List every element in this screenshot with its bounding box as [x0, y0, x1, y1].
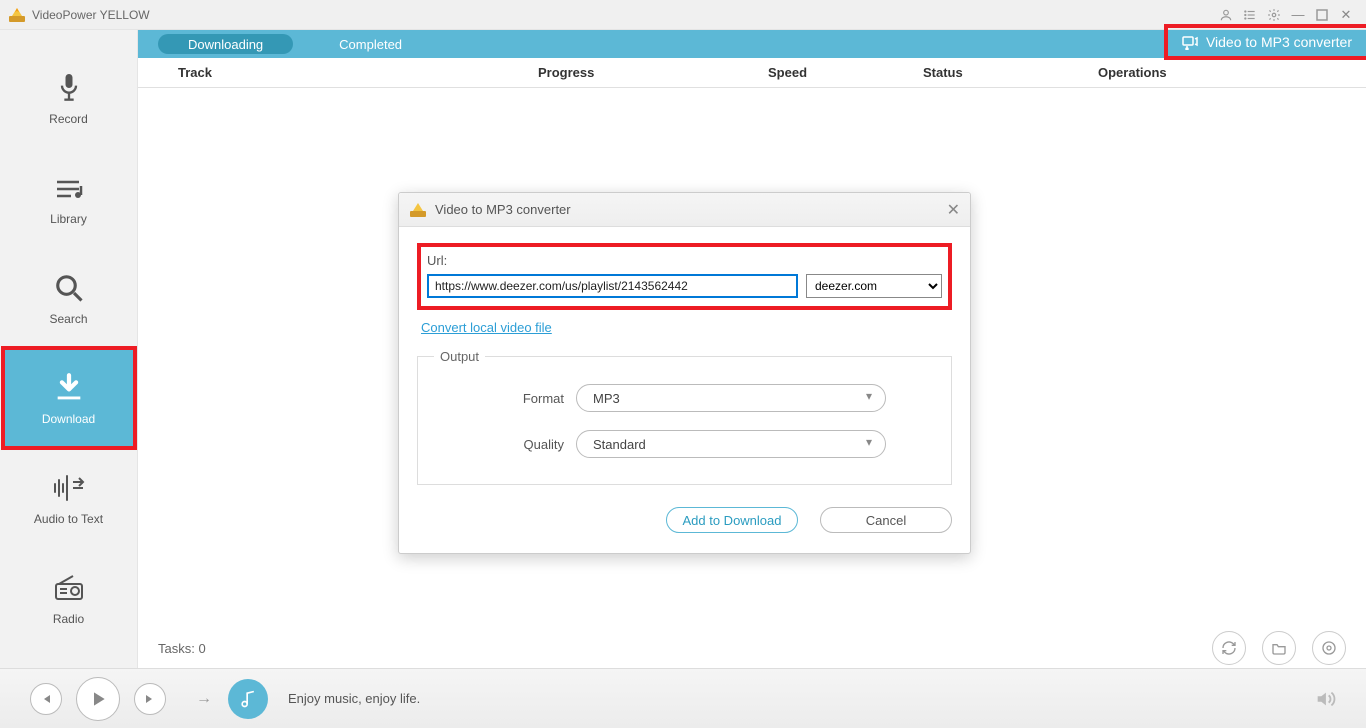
sidebar-item-library[interactable]: Library: [5, 150, 133, 246]
sidebar: Record Library Search Download Audio to …: [0, 30, 138, 668]
arrow-icon: →: [196, 690, 212, 708]
url-input[interactable]: [427, 274, 798, 298]
dialog-title-bar: Video to MP3 converter ✕: [399, 193, 970, 227]
converter-label: Video to MP3 converter: [1206, 34, 1352, 50]
col-speed: Speed: [768, 65, 923, 80]
dialog-close-button[interactable]: ✕: [947, 200, 960, 220]
output-legend: Output: [434, 349, 485, 364]
converter-icon: [1182, 34, 1198, 50]
convert-local-link[interactable]: Convert local video file: [421, 320, 552, 335]
download-icon: [51, 370, 87, 406]
sidebar-item-label: Download: [42, 412, 95, 426]
tab-bar: Downloading Completed Video to MP3 conve…: [138, 30, 1366, 58]
url-label: Url:: [427, 253, 942, 268]
video-to-mp3-converter-button[interactable]: Video to MP3 converter: [1168, 28, 1366, 56]
sidebar-item-download[interactable]: Download: [5, 350, 133, 446]
column-headers: Track Progress Speed Status Operations: [138, 58, 1366, 88]
sidebar-item-label: Record: [49, 112, 88, 126]
format-select[interactable]: MP3: [576, 384, 886, 412]
title-bar: VideoPower YELLOW — ✕: [0, 0, 1366, 30]
sidebar-item-label: Library: [50, 212, 87, 226]
cancel-button[interactable]: Cancel: [820, 507, 952, 533]
gear-icon[interactable]: [1262, 3, 1286, 27]
dialog-logo-icon: [409, 201, 427, 219]
sidebar-item-label: Audio to Text: [34, 512, 103, 526]
dialog-title: Video to MP3 converter: [435, 202, 571, 217]
sidebar-item-label: Search: [49, 312, 87, 326]
audio-to-text-icon: [51, 470, 87, 506]
minimize-icon[interactable]: —: [1286, 3, 1310, 27]
prev-button[interactable]: [30, 683, 62, 715]
col-track: Track: [158, 65, 538, 80]
url-field-highlight: Url: deezer.com: [417, 243, 952, 310]
app-title: VideoPower YELLOW: [32, 8, 150, 22]
track-avatar-icon: [228, 679, 268, 719]
settings-button[interactable]: [1312, 631, 1346, 665]
sidebar-item-record[interactable]: Record: [5, 50, 133, 146]
close-icon[interactable]: ✕: [1334, 3, 1358, 27]
sidebar-item-radio[interactable]: Radio: [5, 550, 133, 646]
library-icon: [51, 170, 87, 206]
col-progress: Progress: [538, 65, 768, 80]
tasks-footer: Tasks: 0: [138, 628, 1366, 668]
player-bar: → Enjoy music, enjoy life.: [0, 668, 1366, 728]
tab-completed[interactable]: Completed: [309, 34, 432, 54]
sidebar-item-audio-to-text[interactable]: Audio to Text: [5, 450, 133, 546]
sidebar-item-label: Radio: [53, 612, 84, 626]
add-to-download-button[interactable]: Add to Download: [666, 507, 798, 533]
app-logo-icon: [8, 6, 26, 24]
player-tagline: Enjoy music, enjoy life.: [288, 691, 420, 706]
mic-icon: [51, 70, 87, 106]
user-icon[interactable]: [1214, 3, 1238, 27]
search-icon: [51, 270, 87, 306]
tasks-count: Tasks: 0: [158, 641, 206, 656]
converter-dialog: Video to MP3 converter ✕ Url: deezer.com…: [398, 192, 971, 554]
site-select[interactable]: deezer.com: [806, 274, 942, 298]
quality-select[interactable]: Standard: [576, 430, 886, 458]
output-fieldset: Output Format MP3 Quality Standard: [417, 349, 952, 485]
folder-button[interactable]: [1262, 631, 1296, 665]
refresh-button[interactable]: [1212, 631, 1246, 665]
col-status: Status: [923, 65, 1098, 80]
radio-icon: [51, 570, 87, 606]
next-button[interactable]: [134, 683, 166, 715]
tab-downloading[interactable]: Downloading: [158, 34, 293, 54]
col-operations: Operations: [1098, 65, 1346, 80]
quality-label: Quality: [434, 437, 564, 452]
converter-highlight: Video to MP3 converter: [1164, 24, 1366, 60]
maximize-icon[interactable]: [1310, 3, 1334, 27]
format-label: Format: [434, 391, 564, 406]
sidebar-item-search[interactable]: Search: [5, 250, 133, 346]
list-icon[interactable]: [1238, 3, 1262, 27]
play-button[interactable]: [76, 677, 120, 721]
volume-icon[interactable]: [1314, 688, 1336, 710]
